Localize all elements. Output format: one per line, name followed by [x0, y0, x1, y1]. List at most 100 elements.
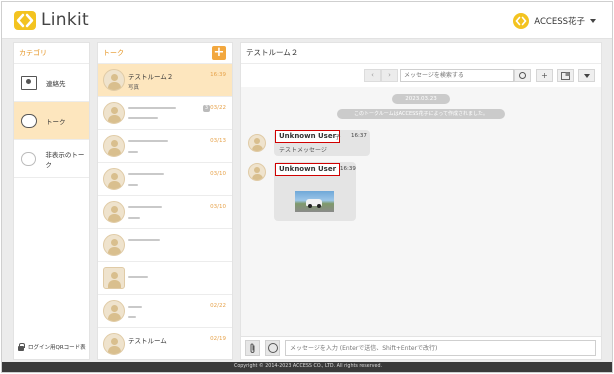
search-button[interactable] — [514, 69, 531, 82]
redacted-preview — [128, 117, 158, 119]
sender-name: Unknown User — [275, 130, 341, 143]
message-time: 16:37 — [351, 133, 367, 139]
talk-item[interactable]: 02/22 — [98, 295, 232, 328]
category-label: 非表示のトーク — [45, 150, 85, 169]
redacted-preview — [128, 151, 138, 153]
talk-item[interactable] — [98, 262, 232, 295]
lock-icon — [18, 343, 25, 351]
copyright-footer: Copyright © 2014-2023 ACCESS CO., LTD. A… — [2, 362, 612, 372]
redacted-name — [128, 173, 164, 175]
building-icon — [103, 267, 125, 289]
category-item-hidden-talk[interactable]: 非表示のトーク — [14, 140, 89, 178]
linkit-logo-icon — [14, 11, 36, 30]
chevron-down-icon — [583, 74, 590, 78]
avatar — [103, 135, 125, 157]
talk-list-header: トーク + — [98, 43, 232, 64]
talk-item[interactable]: 3 03/22 — [98, 97, 232, 130]
talk-time: 02/22 — [210, 303, 226, 309]
message-text: テストメッセージ — [279, 147, 327, 154]
app-header: Linkit ACCESS花子 — [2, 2, 612, 39]
qr-label: ログイン用QRコード表 — [28, 345, 86, 351]
talk-item[interactable]: テストルーム 02/19 — [98, 328, 232, 359]
message-area[interactable]: 2023.03.23 このトークルームはACCESS花子によって作成されました。… — [241, 87, 601, 337]
message-photo[interactable] — [295, 191, 334, 212]
chat-room-title: テストルーム２ — [241, 43, 601, 64]
talk-name: テストルーム２ — [128, 73, 174, 81]
talk-list-panel: トーク + テストルーム２ 写真 16:39 3 03/22 03/13 03/… — [97, 42, 233, 360]
talk-time: 02/19 — [210, 336, 226, 342]
new-talk-button[interactable]: + — [212, 46, 226, 60]
message-composer — [241, 336, 601, 359]
contact-card-icon — [21, 75, 37, 90]
paperclip-icon — [250, 343, 255, 353]
avatar — [103, 300, 125, 322]
sender-name-suffix: 子 — [335, 135, 341, 141]
category-panel: カテゴリ 連絡先 トーク 非表示のトーク ログイン用QRコード表 — [13, 42, 90, 360]
chat-bubble-icon — [21, 113, 37, 128]
message-search-input[interactable] — [400, 69, 514, 82]
talk-list-title: トーク — [103, 49, 124, 57]
talk-name: テストルーム — [128, 337, 167, 345]
avatar — [248, 163, 266, 181]
category-item-contacts[interactable]: 連絡先 — [14, 64, 89, 102]
category-label: 連絡先 — [46, 79, 66, 88]
talk-time: 03/10 — [210, 204, 226, 210]
redacted-preview — [128, 217, 140, 219]
avatar — [103, 201, 125, 223]
redacted-name — [128, 107, 176, 109]
talk-time: 03/10 — [210, 171, 226, 177]
talk-preview: 写真 — [128, 85, 140, 91]
talk-time: 03/22 — [210, 105, 226, 111]
wheel — [317, 204, 321, 208]
redacted-preview — [128, 316, 136, 318]
avatar — [103, 234, 125, 256]
redacted-name — [128, 140, 168, 142]
search-icon — [519, 72, 526, 79]
avatar — [248, 134, 266, 152]
system-message: このトークルームはACCESS花子によって作成されました。 — [337, 109, 505, 119]
category-title: カテゴリ — [14, 43, 89, 64]
avatar — [103, 333, 125, 355]
redacted-preview — [128, 184, 138, 186]
sender-name: Unknown User — [275, 163, 341, 176]
app-window: Linkit ACCESS花子 カテゴリ 連絡先 トーク 非表示のトーク ログイ… — [1, 1, 613, 373]
room-settings-button[interactable] — [557, 69, 574, 82]
redacted-name — [128, 239, 160, 241]
category-item-talk[interactable]: トーク — [14, 102, 89, 140]
talk-item[interactable]: 03/10 — [98, 196, 232, 229]
date-separator: 2023.03.23 — [392, 94, 450, 104]
search-prev-button[interactable]: ‹ — [364, 69, 381, 82]
app-logo-text: Linkit — [41, 10, 90, 30]
avatar — [103, 69, 125, 91]
chat-panel: テストルーム２ ‹ › + 2023.03.23 このトークルームはACCESS… — [240, 42, 602, 360]
unread-badge: 3 — [202, 105, 210, 112]
talk-time: 03/13 — [210, 138, 226, 144]
chat-toolbar: ‹ › + — [241, 69, 601, 83]
account-avatar-icon — [513, 13, 530, 29]
avatar — [103, 168, 125, 190]
talk-item[interactable]: 03/10 — [98, 163, 232, 196]
talk-item[interactable]: テストルーム２ 写真 16:39 — [98, 64, 232, 97]
room-menu-button[interactable] — [578, 69, 595, 82]
emoji-button[interactable] — [265, 340, 280, 356]
account-name: ACCESS花子 — [534, 17, 585, 27]
hidden-chat-icon — [21, 151, 37, 166]
message-input[interactable] — [285, 340, 596, 356]
redacted-name — [128, 276, 148, 278]
talk-item[interactable] — [98, 229, 232, 262]
login-qr-link[interactable]: ログイン用QRコード表 — [18, 343, 86, 351]
add-member-button[interactable]: + — [536, 69, 553, 82]
redacted-name — [128, 206, 162, 208]
message-time: 16:39 — [340, 166, 356, 172]
chevron-down-icon — [590, 19, 596, 23]
category-label: トーク — [46, 117, 66, 126]
talk-time: 16:39 — [210, 72, 226, 78]
smiley-icon — [268, 343, 278, 353]
account-menu[interactable]: ACCESS花子 — [513, 12, 596, 30]
talk-item[interactable]: 03/13 — [98, 130, 232, 163]
attach-button[interactable] — [245, 340, 260, 356]
window-icon — [561, 72, 570, 80]
avatar — [103, 102, 125, 124]
search-next-button[interactable]: › — [381, 69, 398, 82]
wheel — [308, 204, 312, 208]
